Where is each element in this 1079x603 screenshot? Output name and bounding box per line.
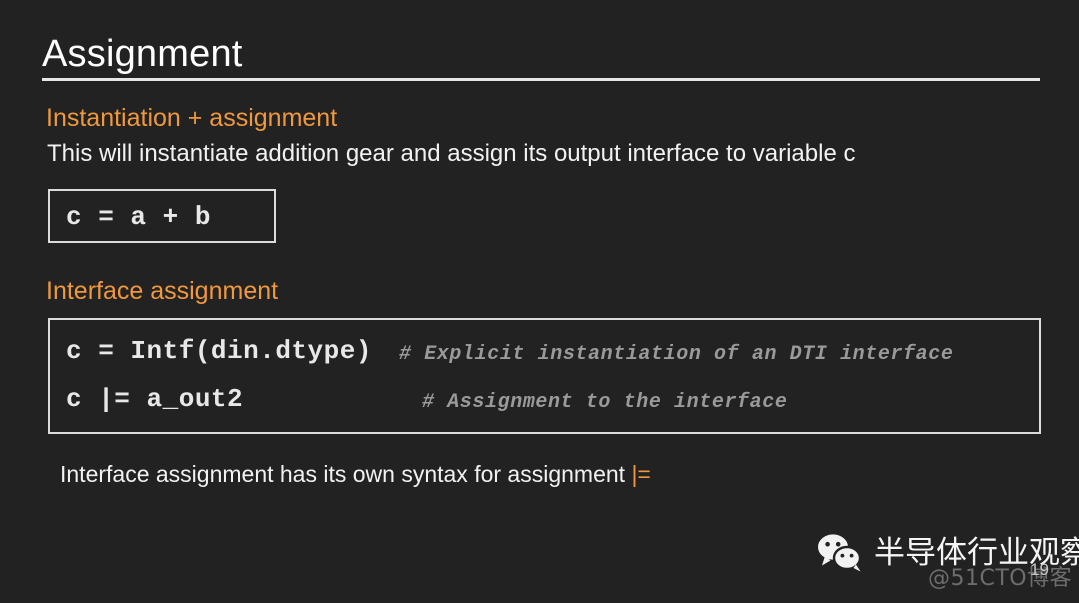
title-divider (42, 78, 1040, 81)
slide-title-block: Assignment (42, 30, 1040, 78)
summary-text: Interface assignment has its own syntax … (60, 459, 651, 489)
code-comment: # Assignment to the interface (422, 391, 788, 414)
section-heading-interface-assignment: Interface assignment (46, 277, 279, 305)
summary-text-lead: Interface assignment has its own syntax … (60, 461, 632, 487)
code-block-assignment: c = a + b (48, 189, 276, 243)
slide-number: 19 (1030, 560, 1049, 579)
section-body-instantiation: This will instantiate addition gear and … (47, 140, 856, 167)
code-line: c = Intf(din.dtype) (66, 336, 372, 366)
slide-canvas: Assignment Instantiation + assignment Th… (0, 0, 1079, 603)
code-line: c = a + b (66, 202, 211, 232)
code-block-interface-assignment: c = Intf(din.dtype) # Explicit instantia… (48, 318, 1041, 434)
code-line: c |= a_out2 (66, 384, 244, 414)
summary-operator: |= (631, 461, 651, 487)
section-heading-instantiation: Instantiation + assignment (46, 104, 338, 132)
page-title: Assignment (42, 33, 243, 75)
code-comment: # Explicit instantiation of an DTI inter… (399, 343, 954, 366)
site-watermark: @51CTO博客 (928, 566, 1073, 591)
wechat-icon (818, 534, 862, 572)
